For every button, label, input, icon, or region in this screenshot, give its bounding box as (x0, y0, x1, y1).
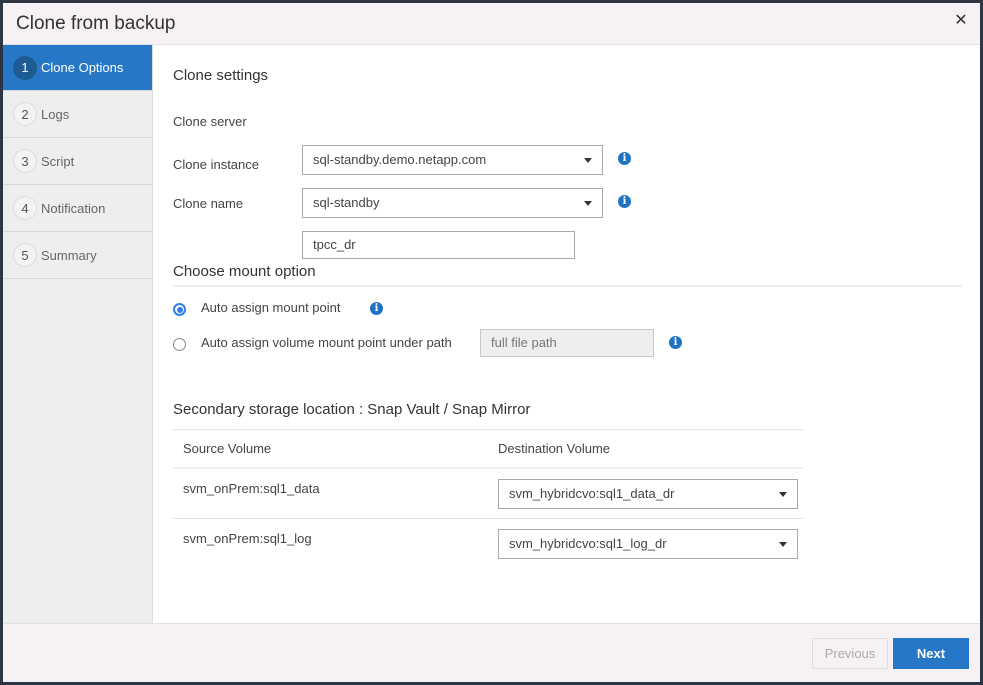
divider (173, 285, 962, 287)
source-volume-cell: svm_onPrem:sql1_data (183, 481, 320, 496)
clone-from-backup-dialog: Clone from backup ✕ 1 Clone Options 2 Lo… (3, 3, 980, 682)
clone-name-label: Clone name (173, 196, 244, 211)
auto-assign-mount-point-radio[interactable] (173, 303, 186, 316)
info-icon[interactable]: i (618, 195, 631, 208)
clone-settings-title: Clone settings (173, 67, 269, 84)
divider (173, 467, 803, 469)
step-label: Logs (41, 106, 70, 122)
clone-instance-value: sql-standby (313, 195, 380, 210)
clone-server-label: Clone server (173, 114, 247, 129)
destination-volume-value: svm_hybridcvo:sql1_log_dr (509, 536, 667, 551)
step-script[interactable]: 3 Script (3, 138, 152, 185)
clone-instance-label: Clone instance (173, 157, 259, 172)
previous-button[interactable]: Previous (812, 638, 888, 669)
auto-assign-mount-point-label: Auto assign mount point (201, 300, 341, 315)
step-clone-options[interactable]: 1 Clone Options (3, 45, 152, 91)
destination-volume-header: Destination Volume (498, 441, 611, 456)
chevron-down-icon (584, 201, 592, 206)
divider (173, 518, 803, 519)
info-icon[interactable]: i (618, 152, 631, 165)
step-logs[interactable]: 2 Logs (3, 91, 152, 138)
secondary-storage-title: Secondary storage location : Snap Vault … (173, 401, 531, 418)
step-number: 5 (13, 243, 37, 267)
chevron-down-icon (779, 492, 787, 497)
next-button[interactable]: Next (893, 638, 969, 669)
wizard-steps: 1 Clone Options 2 Logs 3 Script 4 Notifi… (3, 45, 153, 623)
dialog-title: Clone from backup (16, 12, 176, 34)
step-number: 3 (13, 149, 37, 173)
info-icon[interactable]: i (669, 336, 682, 349)
step-number: 4 (13, 196, 37, 220)
auto-assign-path-radio[interactable] (173, 338, 186, 351)
chevron-down-icon (779, 542, 787, 547)
step-label: Clone Options (41, 60, 124, 75)
source-volume-cell: svm_onPrem:sql1_log (183, 531, 312, 546)
dialog-header: Clone from backup ✕ (3, 3, 980, 45)
step-label: Script (41, 153, 75, 169)
chevron-down-icon (584, 158, 592, 163)
step-label: Summary (41, 247, 97, 263)
clone-options-panel: Clone settings Clone server sql-standby.… (153, 45, 980, 623)
clone-server-value: sql-standby.demo.netapp.com (313, 152, 487, 167)
step-number: 2 (13, 102, 37, 126)
close-icon[interactable]: ✕ (953, 13, 969, 29)
source-volume-header: Source Volume (183, 441, 272, 456)
destination-volume-select[interactable]: svm_hybridcvo:sql1_data_dr (498, 479, 798, 509)
clone-name-input[interactable]: tpcc_dr (302, 231, 575, 259)
step-label: Notification (41, 200, 106, 216)
divider (173, 429, 803, 430)
step-summary[interactable]: 5 Summary (3, 232, 152, 279)
step-notification[interactable]: 4 Notification (3, 185, 152, 232)
destination-volume-select[interactable]: svm_hybridcvo:sql1_log_dr (498, 529, 798, 559)
mount-option-title: Choose mount option (173, 263, 316, 280)
destination-volume-value: svm_hybridcvo:sql1_data_dr (509, 486, 675, 501)
dialog-footer: Previous Next (3, 623, 980, 682)
mount-path-input[interactable]: full file path (480, 329, 654, 357)
clone-instance-select[interactable]: sql-standby (302, 188, 603, 218)
auto-assign-path-label: Auto assign volume mount point under pat… (201, 335, 452, 350)
info-icon[interactable]: i (370, 302, 383, 315)
clone-server-select[interactable]: sql-standby.demo.netapp.com (302, 145, 603, 175)
step-number: 1 (13, 55, 37, 80)
